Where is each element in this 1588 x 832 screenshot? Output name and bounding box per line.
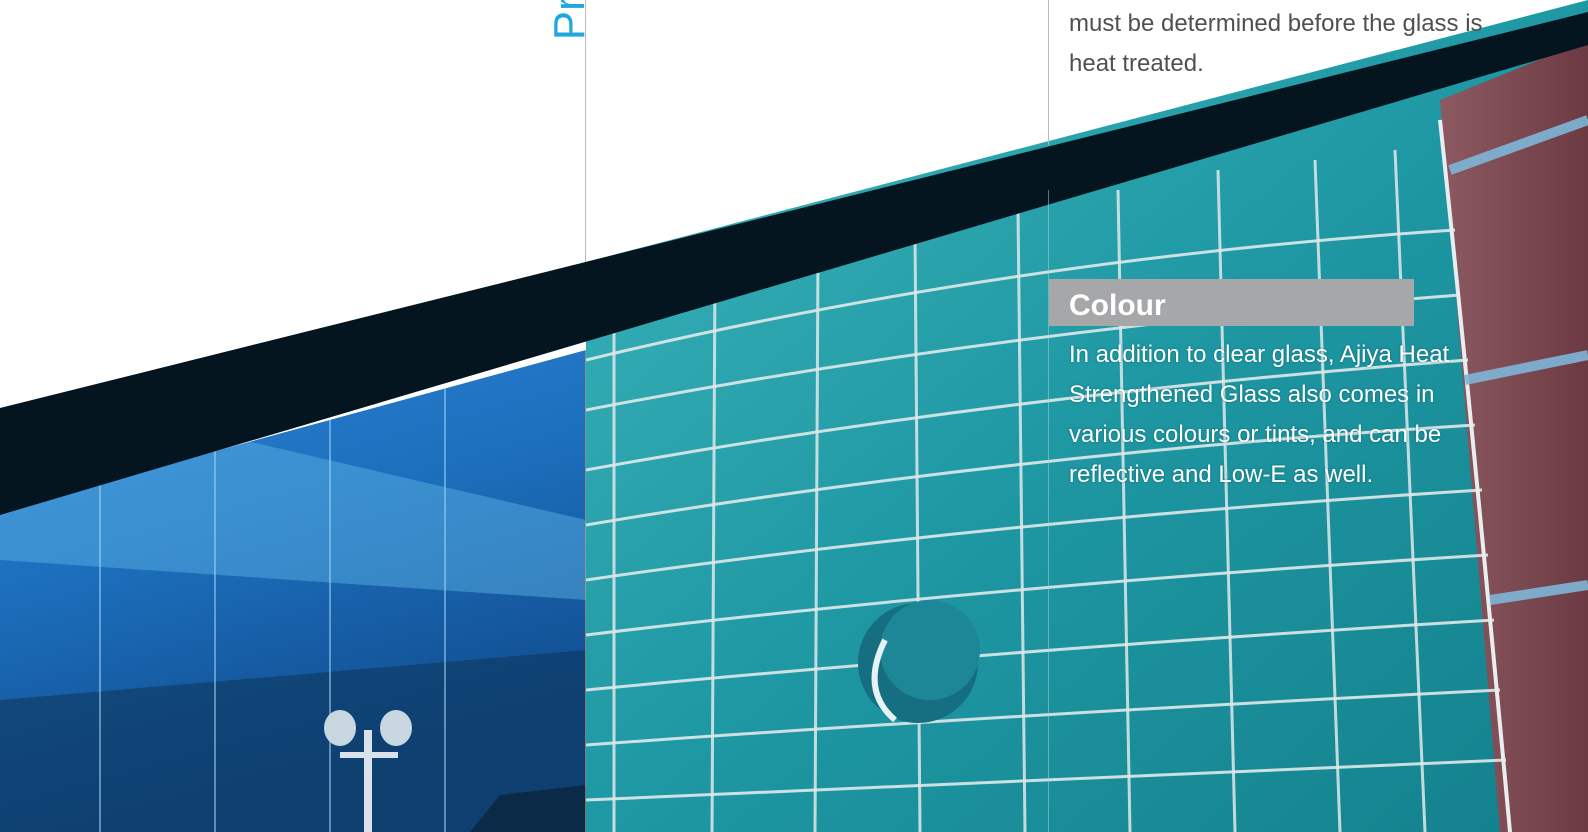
colour-heading: Colour [1069,289,1166,322]
colour-body-text: In addition to clear glass, Ajiya Heat S… [1069,341,1450,488]
intro-paragraph: must be determined before the glass is h… [1069,10,1483,77]
colour-heading-bar: Colour [1049,279,1414,326]
vertical-section-title: Pro [545,0,595,41]
brochure-page: Pro must be determined before the glass … [0,0,1588,832]
